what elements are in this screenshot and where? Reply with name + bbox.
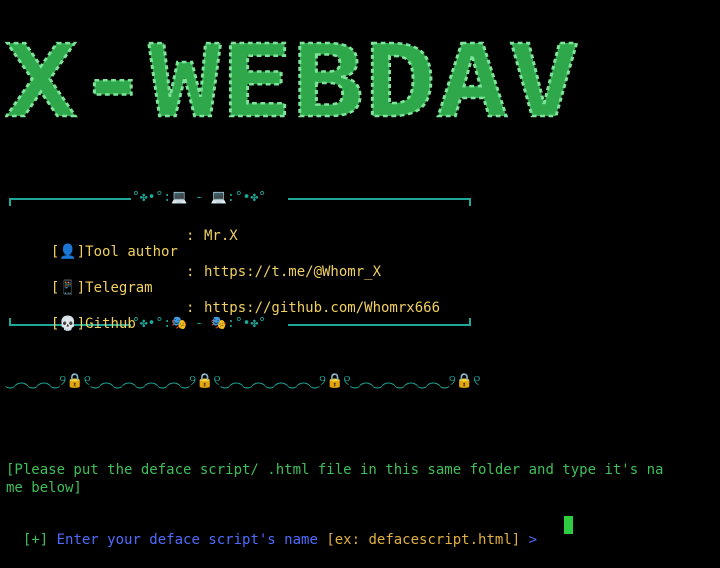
prompt-example: [ex: defacescript.html] (326, 532, 521, 548)
prompt-text: Enter your deface script's name (48, 532, 327, 548)
info-row-telegram: [📱]Telegram (50, 280, 153, 296)
info-row-author: [👤]Tool author (50, 244, 178, 260)
author-sep: : (186, 228, 195, 244)
instruction-line-2: me below] (6, 480, 82, 496)
github-sep: : (186, 300, 195, 316)
prompt-plus: [+] (22, 532, 49, 548)
frame-bottom-ornament: °✤•°:🎭 - 🎭:°•✤° (132, 316, 267, 331)
github-link[interactable]: https://github.com/Whomrx666 (204, 300, 440, 316)
info-row-github: [💀]Github (50, 316, 136, 332)
lock-divider: ‿︵‿︵‿୨🔒୧‿︵‿︵‿︵‿︵‿୨🔒୧‿︵‿︵‿︵‿︵‿୨🔒୧‿︵‿︵‿︵‿︵… (6, 373, 481, 389)
frame-top-ornament: °✤•°:💻 - 💻:°•✤° (132, 190, 267, 205)
prompt-arrow: > (520, 532, 546, 548)
user-icon: 👤 (59, 244, 77, 260)
terminal-cursor[interactable] (564, 516, 573, 534)
input-prompt[interactable]: [+] Enter your deface script's name [ex:… (6, 516, 545, 548)
telegram-link[interactable]: https://t.me/@Whomr_X (204, 264, 381, 280)
github-label: Github (85, 316, 136, 332)
author-value: Mr.X (204, 228, 238, 244)
telegram-sep: : (186, 264, 195, 280)
phone-icon: 📱 (59, 280, 77, 296)
banner-logo: X-WEBDAV (5, 28, 581, 130)
author-label: Tool author (85, 244, 178, 260)
skull-icon: 💀 (59, 316, 77, 332)
telegram-label: Telegram (85, 280, 153, 296)
banner-text: X-WEBDAV (5, 28, 580, 130)
instruction-line-1: [Please put the deface script/ .html fil… (6, 462, 664, 478)
